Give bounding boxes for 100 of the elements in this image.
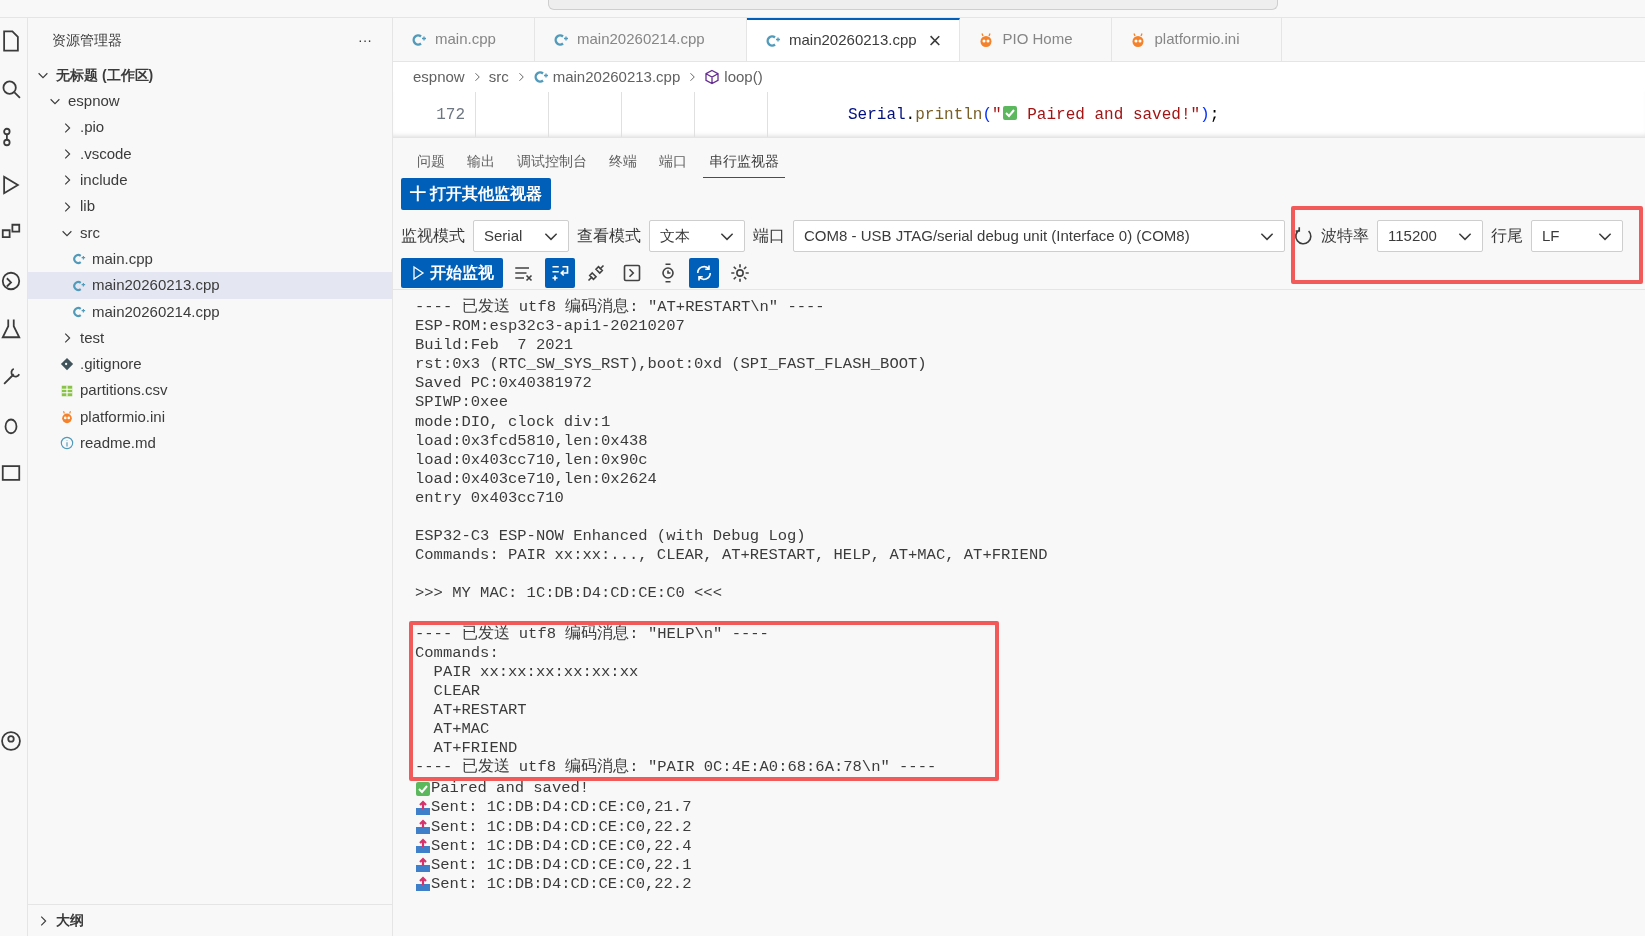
- field-label: 波特率: [1321, 226, 1369, 246]
- more-actions-button[interactable]: ···: [358, 29, 372, 51]
- line-number: 172: [435, 104, 466, 126]
- panel-tab[interactable]: 输出: [461, 146, 501, 178]
- cpp-file-icon: [411, 31, 427, 48]
- outbox-tray-icon: [415, 838, 431, 855]
- log-line: Sent: 1C:DB:D4:CD:CE:C0,21.7: [431, 798, 692, 818]
- file-tree-item[interactable]: .gitignore: [28, 351, 392, 378]
- file-tree-item[interactable]: readme.md: [28, 430, 392, 457]
- file-tree-item[interactable]: 无标题 (工作区): [28, 62, 392, 89]
- log-line: Saved PC:0x40381972: [415, 374, 593, 394]
- log-line: load:0x3fcd5810,len:0x438: [415, 431, 649, 451]
- check-mark-icon: [415, 780, 431, 797]
- breadcrumb-item[interactable]: loop(): [704, 65, 763, 89]
- outbox-tray-icon: [415, 800, 431, 816]
- log-line: load:0x403cc710,len:0x90c: [415, 450, 649, 470]
- dropdown-field[interactable]: LF: [1531, 220, 1623, 252]
- cpp-file-icon: [72, 252, 86, 267]
- toolbar-toggle[interactable]: [545, 257, 575, 288]
- panel-tab[interactable]: 终端: [603, 146, 643, 178]
- check-mark-icon: [1001, 104, 1018, 121]
- log-line: AT+RESTART: [432, 700, 528, 721]
- panel-tab[interactable]: 问题: [411, 146, 451, 178]
- log-line: CLEAR: [432, 681, 482, 701]
- cpp-file-icon: [72, 278, 86, 293]
- log-line: ESP32-C3 ESP-NOW Enhanced (with Debug Log): [415, 527, 807, 547]
- log-line: ---- 已发送 utf8 编码消息: "AT+RESTART\n" ----: [415, 298, 826, 318]
- outbox-tray-icon: [415, 819, 431, 836]
- close-icon[interactable]: ×: [928, 24, 942, 57]
- file-tree-item[interactable]: partitions.csv: [28, 377, 392, 404]
- sidebar-title: 资源管理器: [52, 30, 122, 50]
- file-tree-item[interactable]: main.cpp: [28, 246, 392, 273]
- outbox-tray-icon: [415, 857, 431, 874]
- open-monitor-button[interactable]: 十 打开其他监视器: [401, 178, 552, 210]
- ant-head-icon: [60, 410, 74, 424]
- run-icon[interactable]: [0, 174, 22, 196]
- flask-icon[interactable]: [0, 318, 22, 340]
- file-tree-item[interactable]: lib: [28, 193, 392, 220]
- command-center-field[interactable]: [547, 0, 1278, 10]
- outline-section-header[interactable]: 大纲: [28, 904, 392, 936]
- outbox-tray-icon: [415, 876, 431, 893]
- panel-tab[interactable]: 串行监视器: [703, 146, 785, 178]
- log-line: Sent: 1C:DB:D4:CD:CE:C0,22.2: [431, 817, 692, 837]
- dropdown-field[interactable]: 115200: [1377, 220, 1483, 252]
- refresh-icon[interactable]: [1293, 226, 1313, 246]
- terminal-icon: [622, 262, 642, 283]
- toolbar-toggle[interactable]: [689, 257, 719, 288]
- cpp-file-icon: [532, 69, 549, 85]
- breadcrumb-item[interactable]: src: [488, 65, 509, 89]
- log-line: Build:Feb 7 2021: [415, 336, 575, 356]
- log-line: AT+FRIEND: [432, 739, 519, 758]
- diamond-icon: [60, 357, 74, 372]
- files-icon[interactable]: [0, 30, 22, 52]
- file-tree-item[interactable]: platformio.ini: [28, 403, 392, 431]
- field-label: 端口: [753, 226, 785, 246]
- remote-icon[interactable]: [0, 270, 22, 292]
- cpp-file-icon: [765, 32, 781, 49]
- log-line: entry 0x403cc710: [415, 488, 565, 509]
- log-line: PAIR xx:xx:xx:xx:xx:xx: [432, 662, 640, 682]
- log-line: Sent: 1C:DB:D4:CD:CE:C0,22.2: [431, 874, 692, 894]
- log-line: Commands: PAIR xx:xx:..., CLEAR, AT+RESTART, HELP, AT+MAC, AT+FRIEND: [415, 546, 1049, 566]
- cpp-file-icon: [553, 31, 569, 48]
- file-tree-item[interactable]: main20260214.cpp: [28, 298, 392, 325]
- dropdown-field[interactable]: Serial: [473, 220, 569, 252]
- breadcrumb-item[interactable]: espnow: [413, 65, 465, 89]
- editor-tab[interactable]: main20260213.cpp ×: [747, 18, 961, 61]
- log-line: ESP-ROM:esp32c3-api1-20210207: [415, 317, 686, 337]
- file-tree-item[interactable]: .pio: [28, 114, 392, 141]
- code-line: Serial.println(" Paired and saved!");: [847, 103, 1220, 126]
- play-icon: [410, 264, 426, 281]
- file-tree-item[interactable]: include: [28, 167, 392, 194]
- panel-tab[interactable]: 调试控制台: [511, 146, 593, 178]
- cpp-file-icon: [72, 304, 86, 319]
- file-tree-item[interactable]: espnow: [28, 88, 392, 115]
- log-line: Sent: 1C:DB:D4:CD:CE:C0,22.1: [431, 855, 692, 875]
- file-tree-item[interactable]: main20260213.cpp: [28, 272, 392, 299]
- search-icon[interactable]: [0, 78, 22, 100]
- log-line: Sent: 1C:DB:D4:CD:CE:C0,22.4: [431, 836, 692, 856]
- file-tree-item[interactable]: test: [28, 324, 392, 352]
- file-tree-item[interactable]: src: [28, 219, 392, 247]
- breadcrumb-item[interactable]: main20260213.cpp: [532, 65, 681, 89]
- plug-icon: [586, 262, 606, 283]
- account-icon[interactable]: [0, 730, 22, 752]
- start-monitoring-button[interactable]: 开始监视: [401, 257, 503, 288]
- box-icon[interactable]: [0, 462, 22, 484]
- log-line: >>> MY MAC: 1C:DB:D4:CD:CE:C0 <<<: [415, 584, 723, 604]
- log-line: Paired and saved!: [431, 779, 590, 799]
- table-icon: [60, 383, 74, 398]
- panel-tab[interactable]: 端口: [653, 146, 693, 178]
- log-line: mode:DIO, clock div:1: [415, 412, 612, 432]
- cube-icon: [704, 69, 721, 85]
- dropdown-field[interactable]: 文本: [649, 220, 745, 252]
- log-line: SPIWP:0xee: [415, 393, 509, 413]
- dropdown-field[interactable]: COM8 - USB JTAG/serial debug unit (Interface 0) (COM8): [793, 220, 1285, 252]
- info-icon: [60, 436, 74, 451]
- field-label: 监视模式: [401, 226, 465, 246]
- file-tree-item[interactable]: .vscode: [28, 140, 392, 168]
- log-line: ---- 已发送 utf8 编码消息: "PAIR 0C:4E:A0:68:6A:78\n" ----: [415, 758, 938, 778]
- log-line: ---- 已发送 utf8 编码消息: "HELP\n" ----: [415, 624, 770, 644]
- log-line: load:0x403ce710,len:0x2624: [415, 469, 658, 489]
